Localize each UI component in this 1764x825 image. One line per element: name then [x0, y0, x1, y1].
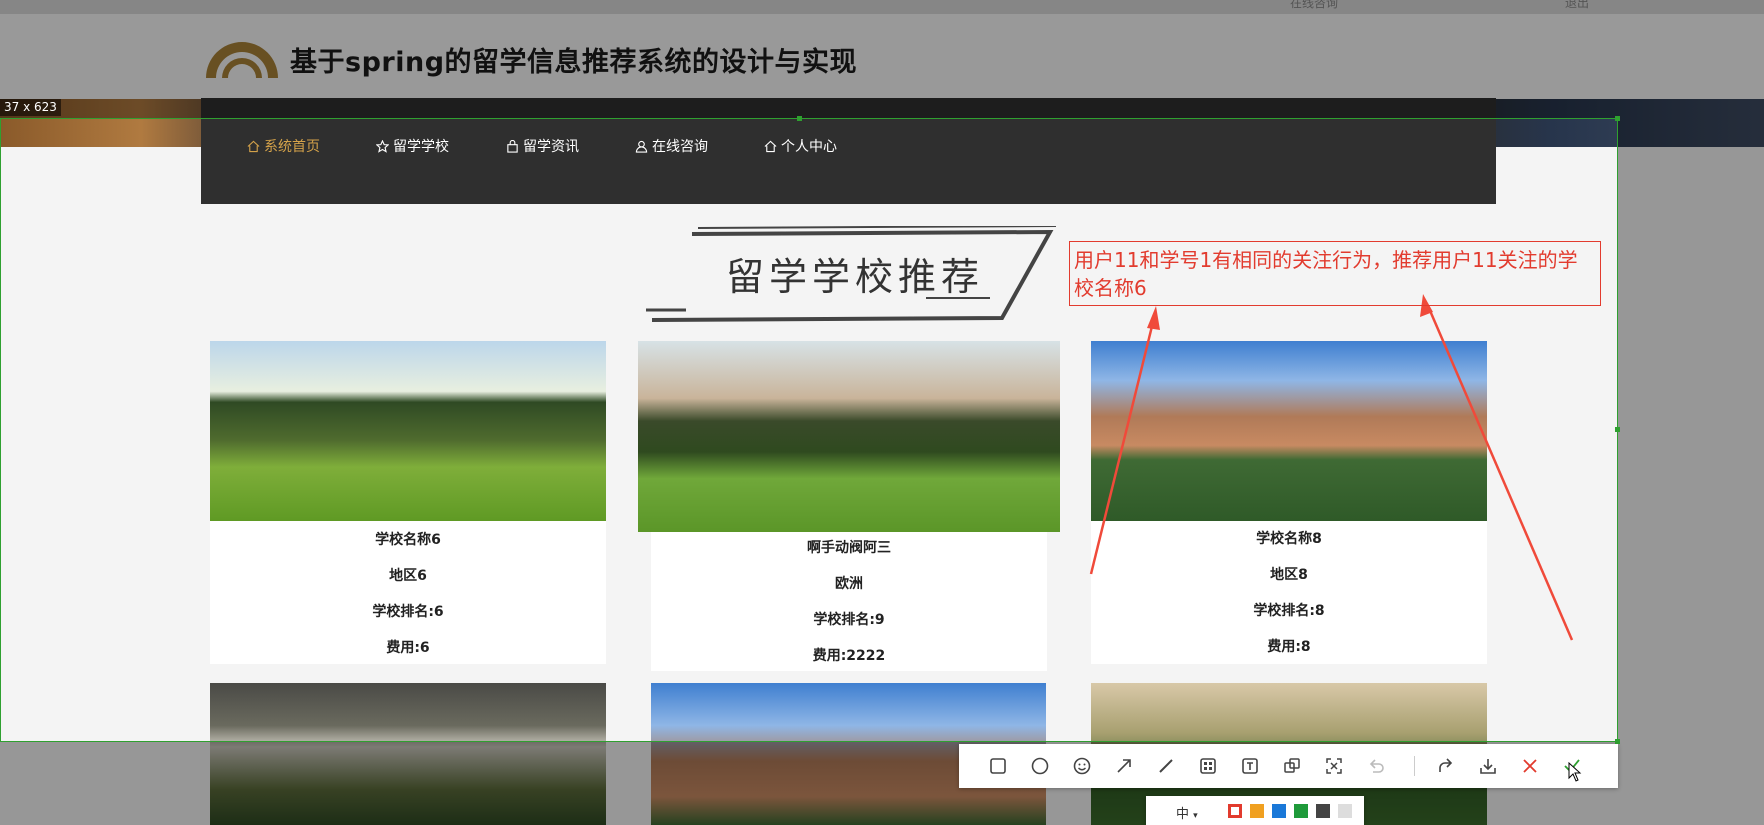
school-fee: 费用:2222 [812, 648, 886, 664]
school-rank: 学校排名:8 [1253, 603, 1325, 619]
school-card[interactable]: 啊手动阀阿三 欧洲 学校排名:9 费用:2222 [638, 341, 1060, 671]
color-swatch-orange[interactable] [1250, 804, 1264, 818]
nav-item-label: 留学资讯 [523, 139, 579, 155]
nav-item-news[interactable]: 留学资讯 [506, 136, 579, 156]
school-name: 学校名称6 [375, 532, 441, 548]
user-icon [635, 140, 648, 153]
school-rank: 学校排名:9 [813, 612, 885, 628]
school-card[interactable] [210, 683, 606, 825]
nav-item-home[interactable]: 系统首页 [247, 136, 320, 156]
logo [206, 42, 278, 78]
ellipse-tool-icon[interactable] [1028, 754, 1052, 778]
section-title: 留学学校推荐 [726, 255, 985, 299]
nav-item-consult[interactable]: 在线咨询 [635, 136, 708, 156]
chevron-down-icon: ▾ [1193, 811, 1198, 821]
school-image [210, 341, 606, 521]
site-title: 基于spring的留学信息推荐系统的设计与实现 [290, 47, 858, 78]
selection-handle[interactable] [1615, 427, 1620, 432]
color-swatch-red[interactable] [1228, 804, 1242, 818]
school-name: 学校名称8 [1256, 531, 1322, 547]
line-tool-icon[interactable] [1154, 754, 1178, 778]
school-card[interactable]: 学校名称6 地区6 学校排名:6 费用:6 [210, 341, 606, 664]
screenshot-toolbar [959, 744, 1618, 788]
nav-item-label: 在线咨询 [652, 139, 708, 155]
size-select[interactable]: 中 ▾ [1176, 803, 1198, 822]
selection-handle[interactable] [1615, 116, 1620, 121]
section-title-block: 留学学校推荐 [646, 226, 1056, 324]
school-name: 啊手动阀阿三 [807, 540, 891, 556]
mouse-cursor-icon [1568, 762, 1582, 782]
toolbar-divider [1414, 756, 1415, 776]
selection-handle[interactable] [797, 116, 802, 121]
emoji-tool-icon[interactable] [1070, 754, 1094, 778]
nav-item-profile[interactable]: 个人中心 [764, 136, 837, 156]
school-fee: 费用:6 [386, 640, 430, 656]
color-swatch-green[interactable] [1294, 804, 1308, 818]
top-strip: 在线咨询 退出 [0, 0, 1764, 14]
size-select-value: 中 [1176, 807, 1190, 822]
download-tool-icon[interactable] [1476, 754, 1500, 778]
rectangle-tool-icon[interactable] [986, 754, 1010, 778]
school-region: 欧洲 [835, 576, 863, 592]
undo-tool-icon[interactable] [1364, 754, 1388, 778]
home-icon [247, 140, 260, 152]
school-image [210, 683, 606, 825]
ocr-tool-icon[interactable] [1322, 754, 1346, 778]
color-swatch-blue[interactable] [1272, 804, 1286, 818]
main-nav: 系统首页 留学学校 留学资讯 在线咨询 个人中心 [201, 98, 1496, 204]
cancel-tool-icon[interactable] [1518, 754, 1542, 778]
pin-tool-icon[interactable] [1280, 754, 1304, 778]
selection-size-label: 37 x 623 [0, 99, 61, 116]
arrow-tool-icon[interactable] [1112, 754, 1136, 778]
school-region: 地区8 [1270, 567, 1308, 583]
annotation-text-box[interactable]: 用户11和学号1有相同的关注行为，推荐用户11关注的学校名称6 [1069, 241, 1601, 306]
school-card[interactable]: 学校名称8 地区8 学校排名:8 费用:8 [1091, 341, 1487, 664]
school-image [638, 341, 1060, 532]
star-icon [376, 139, 389, 153]
nav-item-schools[interactable]: 留学学校 [376, 136, 449, 156]
share-tool-icon[interactable] [1434, 754, 1458, 778]
style-subbar: 中 ▾ [1146, 796, 1364, 825]
school-fee: 费用:8 [1267, 639, 1311, 655]
home-icon [764, 140, 777, 152]
school-rank: 学校排名:6 [372, 604, 444, 620]
color-swatch-gray[interactable] [1316, 804, 1330, 818]
top-strip-left-text: 在线咨询 [1290, 0, 1339, 10]
color-swatch-white[interactable] [1338, 804, 1352, 818]
site-header: 基于spring的留学信息推荐系统的设计与实现 [0, 14, 1764, 99]
nav-item-label: 系统首页 [264, 139, 320, 155]
text-tool-icon[interactable] [1238, 754, 1262, 778]
bag-icon [507, 139, 518, 153]
top-strip-right-text[interactable]: 退出 [1565, 0, 1589, 11]
nav-item-label: 留学学校 [393, 139, 449, 155]
school-image [1091, 341, 1487, 521]
mosaic-tool-icon[interactable] [1196, 754, 1220, 778]
school-region: 地区6 [389, 568, 427, 584]
nav-item-label: 个人中心 [781, 139, 837, 155]
